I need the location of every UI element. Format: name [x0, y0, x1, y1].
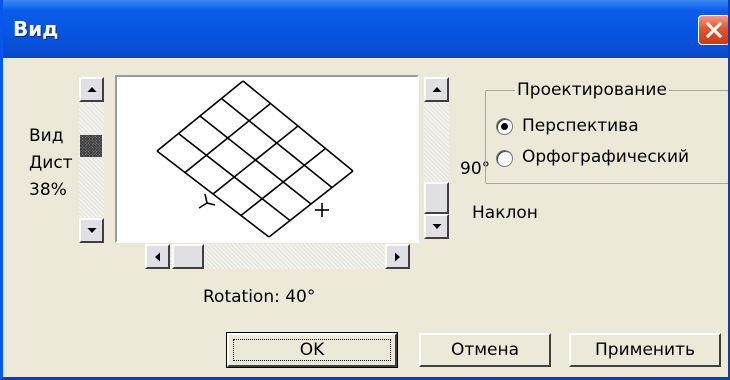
orthographic-radio-circle[interactable]: [496, 150, 513, 167]
distance-value: 38%: [29, 180, 67, 200]
tilt-scroll-down-button[interactable]: [424, 214, 449, 239]
grid-preview-graphic: [156, 80, 354, 238]
cancel-button-label: Отмена: [450, 340, 520, 360]
rotation-scroll-thumb[interactable]: [172, 244, 204, 269]
cancel-button[interactable]: Отмена: [419, 333, 551, 367]
window-title: Вид: [13, 17, 59, 41]
axis-marker: [206, 202, 216, 206]
axis-marker: [204, 193, 208, 204]
close-button[interactable]: [698, 15, 728, 45]
projection-group: [485, 90, 728, 184]
apply-button[interactable]: Применить: [569, 333, 721, 367]
perspective-radio-label[interactable]: Перспектива: [522, 116, 639, 136]
title-bar[interactable]: Вид: [3, 0, 728, 58]
tilt-label: Наклон: [472, 203, 538, 223]
close-icon: [705, 21, 723, 39]
rotation-scroll-right-button[interactable]: [385, 244, 410, 269]
arrow-left-icon: [154, 252, 160, 261]
focus-rectangle: [233, 339, 391, 361]
tilt-scroll-up-button[interactable]: [424, 77, 449, 102]
dialog-window: Вид Вид Дист 38% 90° Наклон Rotation: 40…: [0, 0, 730, 380]
arrow-up-icon: [432, 86, 441, 92]
arrow-down-icon: [87, 227, 96, 233]
distance-scroll-down-button[interactable]: [79, 218, 104, 243]
arrow-right-icon: [394, 252, 400, 261]
ok-button[interactable]: OK: [226, 332, 398, 368]
projection-group-label: Проектирование: [515, 80, 669, 100]
radio-selected-dot: [501, 123, 508, 130]
distance-scroll-up-button[interactable]: [79, 77, 104, 102]
distance-scroll-track[interactable]: [79, 102, 104, 218]
view-preview: [115, 75, 419, 243]
rotation-scroll-left-button[interactable]: [145, 244, 170, 269]
tilt-scroll-thumb[interactable]: [424, 182, 449, 214]
arrow-down-icon: [432, 223, 441, 229]
orthographic-radio-label[interactable]: Орфографический: [522, 147, 689, 167]
arrow-up-icon: [87, 86, 96, 92]
perspective-radio-circle[interactable]: [496, 118, 513, 135]
rotation-value: Rotation: 40°: [203, 287, 316, 307]
apply-button-label: Применить: [595, 340, 695, 360]
axis-marker: [198, 202, 208, 209]
distance-label-line1: Вид: [29, 126, 64, 146]
distance-label-line2: Дист: [29, 153, 73, 173]
distance-scroll-thumb[interactable]: [80, 135, 102, 157]
